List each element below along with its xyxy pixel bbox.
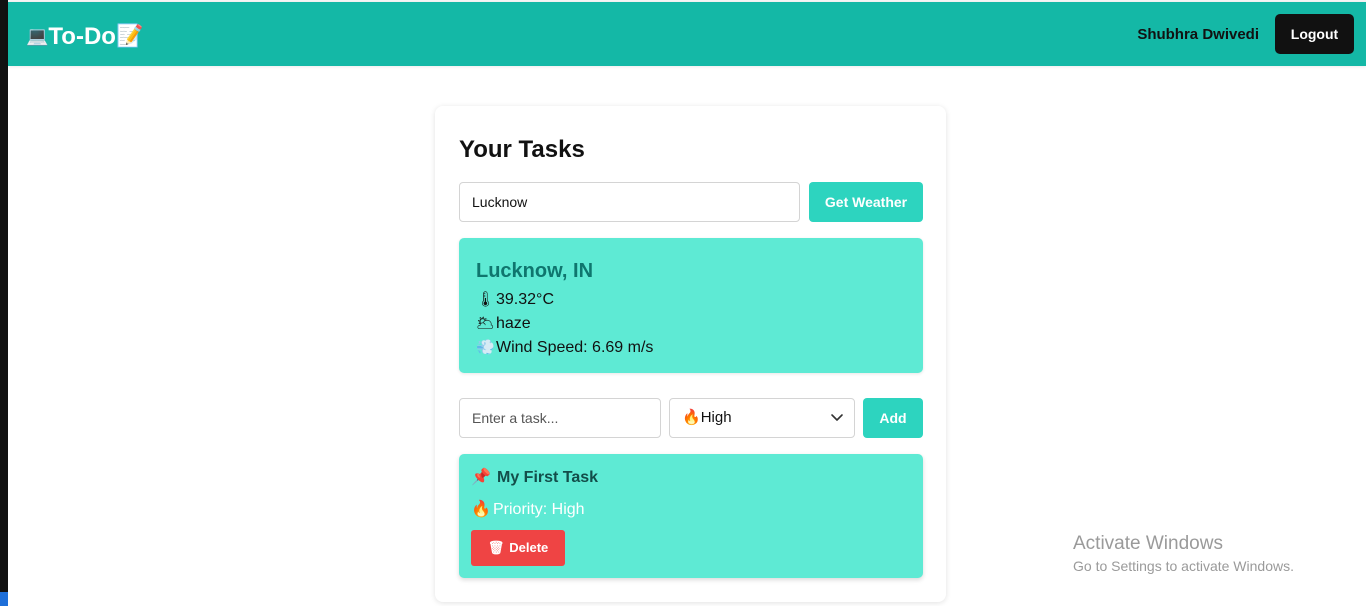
- thermometer-icon: 🌡: [476, 291, 496, 308]
- trash-icon: 🗑: [487, 540, 505, 555]
- activate-windows-title: Activate Windows: [1073, 533, 1223, 554]
- delete-label: Delete: [509, 540, 549, 555]
- pushpin-icon: 📌: [471, 469, 491, 486]
- brand-text: To-Do: [48, 23, 116, 50]
- weather-condition-row: 🌥haze: [476, 312, 906, 336]
- cloud-sun-icon: 🌥: [476, 315, 496, 332]
- memo-icon: 📝: [115, 23, 144, 48]
- taskbar-edge: [0, 592, 8, 606]
- page-title: Your Tasks: [459, 136, 585, 163]
- weather-wind-row: 💨Wind Speed: 6.69 m/s: [476, 336, 906, 360]
- navbar: 💻To-Do📝 Shubhra Dwivedi Logout: [8, 2, 1366, 66]
- task-priority: Priority: High: [493, 501, 585, 518]
- weather-condition: haze: [496, 315, 531, 332]
- laptop-icon: 💻: [26, 26, 49, 46]
- brand-logo[interactable]: 💻To-Do📝: [26, 20, 143, 53]
- weather-panel: Lucknow, IN 🌡39.32°C 🌥haze 💨Wind Speed: …: [459, 238, 923, 373]
- tasks-card: Your Tasks Get Weather Lucknow, IN 🌡39.3…: [435, 106, 946, 602]
- get-weather-button[interactable]: Get Weather: [809, 182, 923, 222]
- chevron-down-icon: [831, 414, 843, 421]
- city-input[interactable]: [459, 182, 800, 222]
- weather-location: Lucknow, IN: [476, 260, 594, 282]
- fire-icon: 🔥: [682, 409, 701, 426]
- priority-selected-value: High: [700, 409, 732, 426]
- logout-button[interactable]: Logout: [1275, 14, 1354, 54]
- user-name: Shubhra Dwivedi: [1137, 26, 1259, 43]
- activate-windows-subtitle: Go to Settings to activate Windows.: [1073, 558, 1294, 574]
- task-item: 📌 My First Task 🔥 Priority: High 🗑 Delete: [459, 454, 923, 578]
- delete-task-button[interactable]: 🗑 Delete: [471, 530, 565, 566]
- task-title-row: 📌 My First Task: [471, 467, 598, 489]
- fire-icon: 🔥: [471, 501, 491, 518]
- task-priority-row: 🔥 Priority: High: [471, 499, 585, 521]
- left-window-edge: [0, 0, 8, 606]
- add-task-button[interactable]: Add: [863, 398, 923, 438]
- weather-temperature: 39.32°C: [496, 291, 554, 308]
- wind-icon: 💨: [476, 339, 495, 356]
- task-input[interactable]: [459, 398, 661, 438]
- task-title: My First Task: [497, 469, 599, 486]
- priority-select[interactable]: 🔥High: [669, 398, 855, 438]
- weather-wind-speed: Wind Speed: 6.69 m/s: [496, 339, 654, 356]
- weather-temperature-row: 🌡39.32°C: [476, 288, 906, 312]
